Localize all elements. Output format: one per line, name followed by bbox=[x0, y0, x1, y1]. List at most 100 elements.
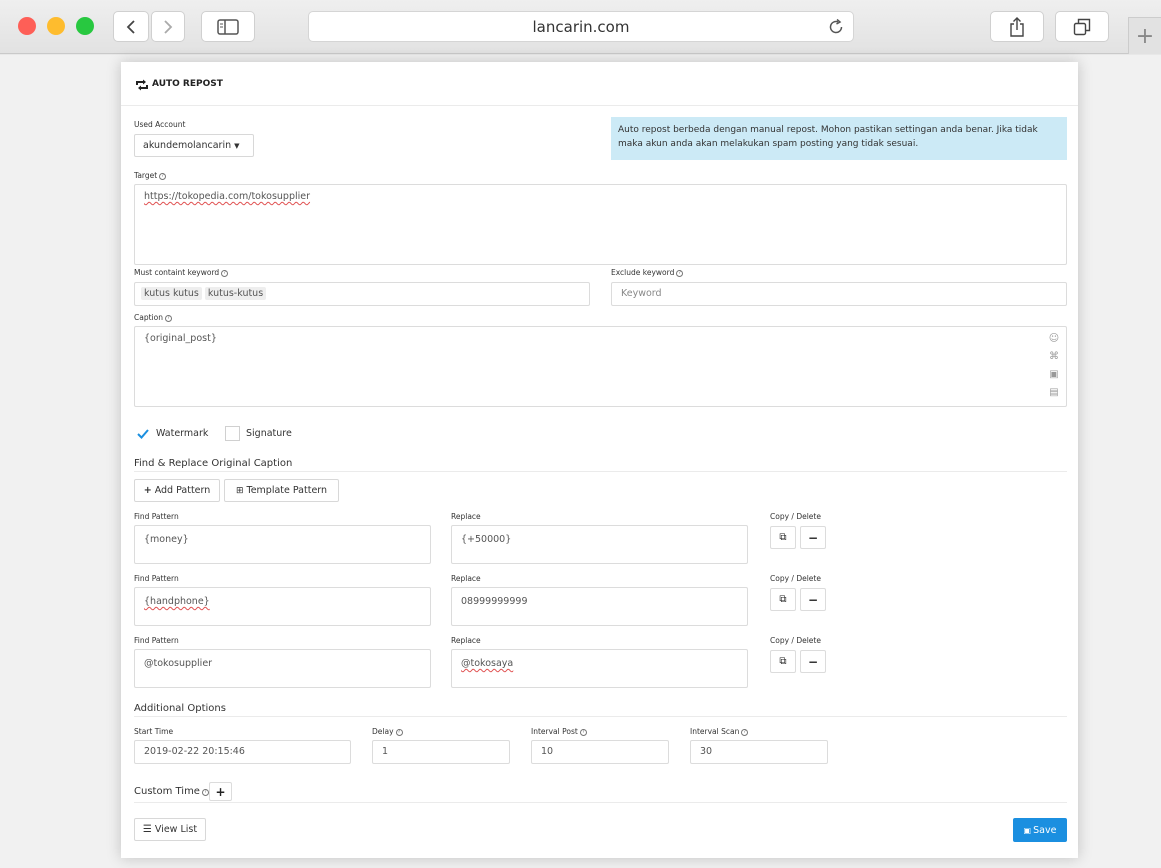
interval-post-label: Interval Post? bbox=[531, 727, 587, 736]
must-keyword-input[interactable]: kutus kutus kutus-kutus bbox=[134, 282, 590, 306]
exclude-keyword-input[interactable]: Keyword bbox=[611, 282, 1067, 306]
watermark-checkbox[interactable] bbox=[136, 428, 150, 440]
copy-pattern-button[interactable]: ⧉ bbox=[770, 526, 796, 549]
delete-pattern-button[interactable]: − bbox=[800, 588, 826, 611]
minimize-window-button[interactable] bbox=[47, 17, 65, 35]
caption-value: {original_post} bbox=[144, 333, 217, 344]
additional-options-title: Additional Options bbox=[134, 703, 226, 714]
find-pattern-value: {money} bbox=[144, 534, 189, 545]
replace-input[interactable]: 08999999999 bbox=[451, 587, 748, 626]
exclude-keyword-label-text: Exclude keyword bbox=[611, 268, 675, 277]
must-keyword-label-text: Must containt keyword bbox=[134, 268, 220, 277]
view-list-button[interactable]: ☰ View List bbox=[134, 818, 206, 841]
exclude-keyword-label: Exclude keyword? bbox=[611, 268, 684, 277]
exclude-keyword-placeholder: Keyword bbox=[621, 288, 662, 299]
target-textarea[interactable]: https://tokopedia.com/tokosupplier bbox=[134, 184, 1067, 265]
replace-label: Replace bbox=[451, 512, 481, 521]
signature-checkbox[interactable] bbox=[225, 426, 240, 441]
view-list-label: View List bbox=[154, 824, 198, 835]
caption-label-text: Caption bbox=[134, 313, 163, 322]
add-custom-time-button[interactable]: + bbox=[209, 782, 232, 801]
replace-input[interactable]: @tokosaya bbox=[451, 649, 748, 688]
zoom-window-button[interactable] bbox=[76, 17, 94, 35]
custom-time-label-text: Custom Time bbox=[134, 786, 200, 797]
find-pattern-input[interactable]: {money} bbox=[134, 525, 431, 564]
interval-scan-input[interactable]: 30 bbox=[690, 740, 828, 764]
save-button[interactable]: ▣ Save bbox=[1013, 818, 1067, 842]
notice-box: Auto repost berbeda dengan manual repost… bbox=[611, 117, 1067, 160]
forward-button[interactable] bbox=[151, 11, 185, 42]
account-dropdown[interactable]: akundemolancarin ▼ bbox=[134, 134, 254, 157]
sidebar-button[interactable] bbox=[201, 11, 255, 42]
template-pattern-label: Template Pattern bbox=[246, 485, 328, 496]
repost-icon bbox=[136, 79, 148, 91]
notice-text: Auto repost berbeda dengan manual repost… bbox=[618, 125, 1038, 149]
emoji-icon[interactable]: ☺ bbox=[1047, 330, 1061, 348]
help-icon: ? bbox=[676, 270, 684, 277]
tabs-button[interactable] bbox=[1055, 11, 1109, 42]
chevron-left-icon bbox=[126, 19, 135, 34]
reload-icon[interactable] bbox=[827, 18, 845, 36]
find-replace-divider bbox=[134, 471, 1067, 472]
save-caption-icon[interactable]: ▣ bbox=[1047, 366, 1061, 384]
copy-pattern-button[interactable]: ⧉ bbox=[770, 588, 796, 611]
find-pattern-input[interactable]: @tokosupplier bbox=[134, 649, 431, 688]
share-icon bbox=[1010, 16, 1024, 37]
command-icon[interactable]: ⌘ bbox=[1047, 348, 1061, 366]
url-text: lancarin.com bbox=[532, 17, 630, 36]
share-button[interactable] bbox=[990, 11, 1044, 42]
additional-options-divider bbox=[134, 716, 1067, 717]
replace-input[interactable]: {+50000} bbox=[451, 525, 748, 564]
watermark-label: Watermark bbox=[156, 428, 209, 439]
template-pattern-button[interactable]: ⊞ Template Pattern bbox=[224, 479, 339, 502]
target-label-text: Target bbox=[134, 171, 158, 180]
grid-icon: ⊞ bbox=[235, 485, 244, 496]
caption-list-icon[interactable]: ▤ bbox=[1047, 384, 1061, 402]
find-pattern-input[interactable]: {handphone} bbox=[134, 587, 431, 626]
interval-scan-value: 30 bbox=[700, 746, 713, 757]
help-icon: ? bbox=[164, 315, 172, 322]
copy-pattern-button[interactable]: ⧉ bbox=[770, 650, 796, 673]
target-value: https://tokopedia.com/tokosupplier bbox=[144, 191, 311, 202]
start-time-input[interactable]: 2019-02-22 20:15:46 bbox=[134, 740, 351, 764]
close-window-button[interactable] bbox=[18, 17, 36, 35]
interval-post-label-text: Interval Post bbox=[531, 727, 578, 736]
minus-icon: − bbox=[807, 654, 819, 669]
sidebar-icon bbox=[217, 18, 239, 35]
caption-label: Caption? bbox=[134, 313, 172, 322]
interval-scan-label-text: Interval Scan bbox=[690, 727, 740, 736]
add-pattern-label: Add Pattern bbox=[154, 485, 211, 496]
replace-label: Replace bbox=[451, 636, 481, 645]
address-bar[interactable]: lancarin.com bbox=[308, 11, 854, 42]
help-icon: ? bbox=[741, 729, 749, 736]
replace-label: Replace bbox=[451, 574, 481, 583]
help-icon: ? bbox=[201, 789, 209, 796]
card-title: AUTO REPOST bbox=[152, 79, 223, 89]
delete-pattern-button[interactable]: − bbox=[800, 650, 826, 673]
copy-delete-label: Copy / Delete bbox=[770, 512, 821, 521]
find-pattern-value: {handphone} bbox=[144, 596, 210, 607]
delay-label: Delay? bbox=[372, 727, 403, 736]
account-value: akundemolancarin bbox=[143, 140, 232, 151]
keyword-tag[interactable]: kutus kutus bbox=[141, 287, 202, 300]
delete-pattern-button[interactable]: − bbox=[800, 526, 826, 549]
header-divider bbox=[121, 105, 1078, 106]
copy-delete-label: Copy / Delete bbox=[770, 636, 821, 645]
start-time-value: 2019-02-22 20:15:46 bbox=[144, 746, 245, 757]
minus-icon: − bbox=[807, 592, 819, 607]
caption-textarea[interactable]: {original_post} bbox=[134, 326, 1067, 407]
target-label: Target? bbox=[134, 171, 167, 180]
find-pattern-label: Find Pattern bbox=[134, 574, 179, 583]
keyword-tag[interactable]: kutus-kutus bbox=[204, 287, 267, 300]
plus-icon: + bbox=[143, 485, 152, 496]
plus-icon: + bbox=[215, 784, 226, 799]
delay-input[interactable]: 1 bbox=[372, 740, 510, 764]
new-tab-button[interactable]: + bbox=[1128, 17, 1161, 54]
back-button[interactable] bbox=[113, 11, 149, 42]
find-pattern-label: Find Pattern bbox=[134, 636, 179, 645]
add-pattern-button[interactable]: + Add Pattern bbox=[134, 479, 220, 502]
interval-post-input[interactable]: 10 bbox=[531, 740, 669, 764]
save-label: Save bbox=[1033, 824, 1057, 836]
replace-value: @tokosaya bbox=[461, 658, 514, 669]
caret-down-icon: ▼ bbox=[234, 141, 240, 150]
